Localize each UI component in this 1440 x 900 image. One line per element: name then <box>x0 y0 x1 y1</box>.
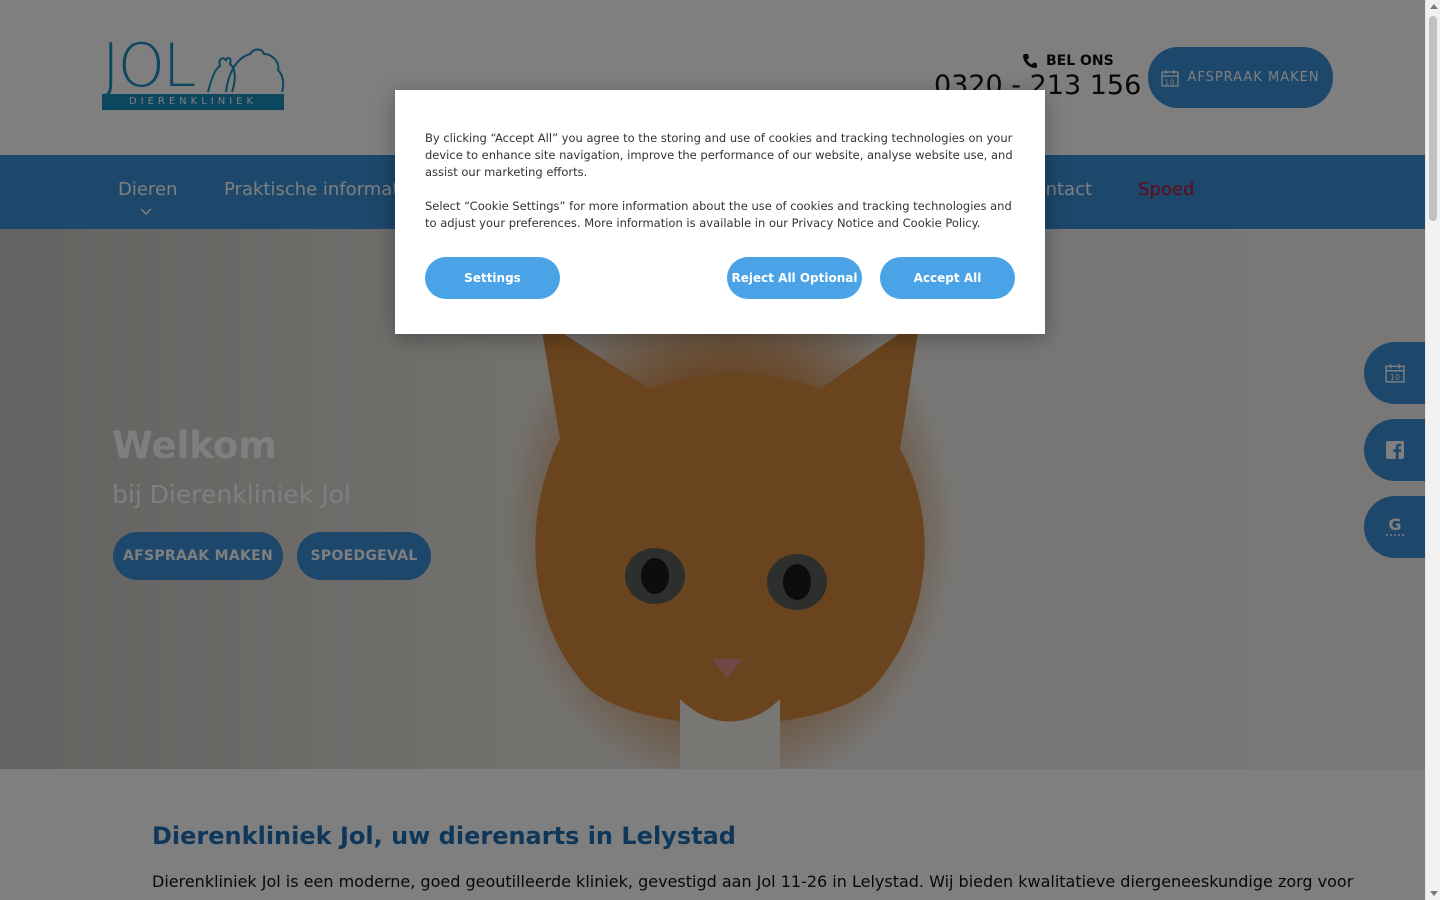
scrollbar[interactable] <box>1425 0 1440 900</box>
cookie-text-1: By clicking “Accept All” you agree to th… <box>425 131 1013 179</box>
cookie-settings-button[interactable]: Settings <box>425 257 560 299</box>
cookie-reject-button[interactable]: Reject All Optional <box>727 257 862 299</box>
cookie-text-2: Select “Cookie Settings” for more inform… <box>425 199 1012 230</box>
scroll-up-arrow[interactable] <box>1430 4 1438 9</box>
scroll-down-arrow[interactable] <box>1430 891 1438 896</box>
cookie-consent-dialog: By clicking “Accept All” you agree to th… <box>395 90 1045 334</box>
cookie-accept-button[interactable]: Accept All <box>880 257 1015 299</box>
scroll-thumb[interactable] <box>1429 16 1437 221</box>
